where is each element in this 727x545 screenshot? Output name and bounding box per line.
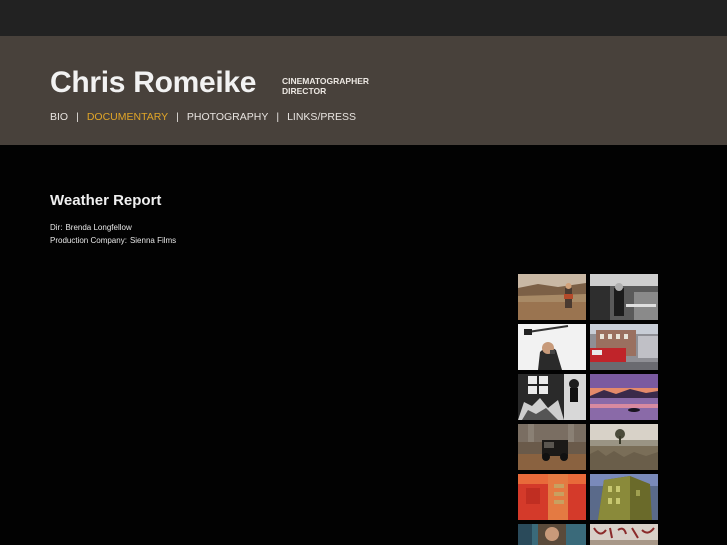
nav-item-links-press[interactable]: LINKS/PRESS [287,111,356,123]
company-name: Sienna Films [129,236,177,245]
thumbnail-man-microphone[interactable] [518,324,586,370]
role-cinematographer: CINEMATOGRAPHER [282,76,370,86]
site-header: Chris Romeike CINEMATOGRAPHER DIRECTOR B… [0,36,727,145]
nav-item-documentary[interactable]: DOCUMENTARY [87,111,168,123]
nav-item-bio[interactable]: BIO [50,111,68,123]
nav-item-photography[interactable]: PHOTOGRAPHY [187,111,269,123]
project-title: Weather Report [50,192,162,209]
site-title[interactable]: Chris Romeike [50,66,256,100]
company-line: Production Company: Sienna Films [50,234,176,247]
thumbnail-bw-crowd[interactable] [518,374,586,420]
thumbnail-truck-field[interactable] [518,424,586,470]
top-bar [0,0,727,36]
thumbnail-sign-partial[interactable] [590,524,658,545]
thumbnail-sunset-lake[interactable] [590,374,658,420]
nav-separator: | [276,111,280,123]
company-label: Production Company: [50,236,127,245]
project-credits: Dir: Brenda Longfellow Production Company… [50,221,176,247]
director-name: Brenda Longfellow [65,223,132,232]
thumbnail-firetruck-street[interactable] [590,324,658,370]
thumbnail-person-partial[interactable] [518,524,586,545]
nav-separator: | [176,111,179,123]
thumbnail-red-wall[interactable] [518,474,586,520]
director-label: Dir: [50,223,63,232]
thumbnail-green-building[interactable] [590,474,658,520]
thumbnail-bw-market[interactable] [590,274,658,320]
thumbnail-gallery [518,274,658,545]
nav-separator: | [76,111,79,123]
main-nav: BIO | DOCUMENTARY | PHOTOGRAPHY | LINKS/PRESS [50,110,356,124]
role-director: DIRECTOR [282,86,327,96]
site-roles: CINEMATOGRAPHER DIRECTOR [282,76,369,96]
thumbnail-desert-person[interactable] [518,274,586,320]
thumbnail-grassland-tree[interactable] [590,424,658,470]
director-line: Dir: Brenda Longfellow [50,221,176,234]
